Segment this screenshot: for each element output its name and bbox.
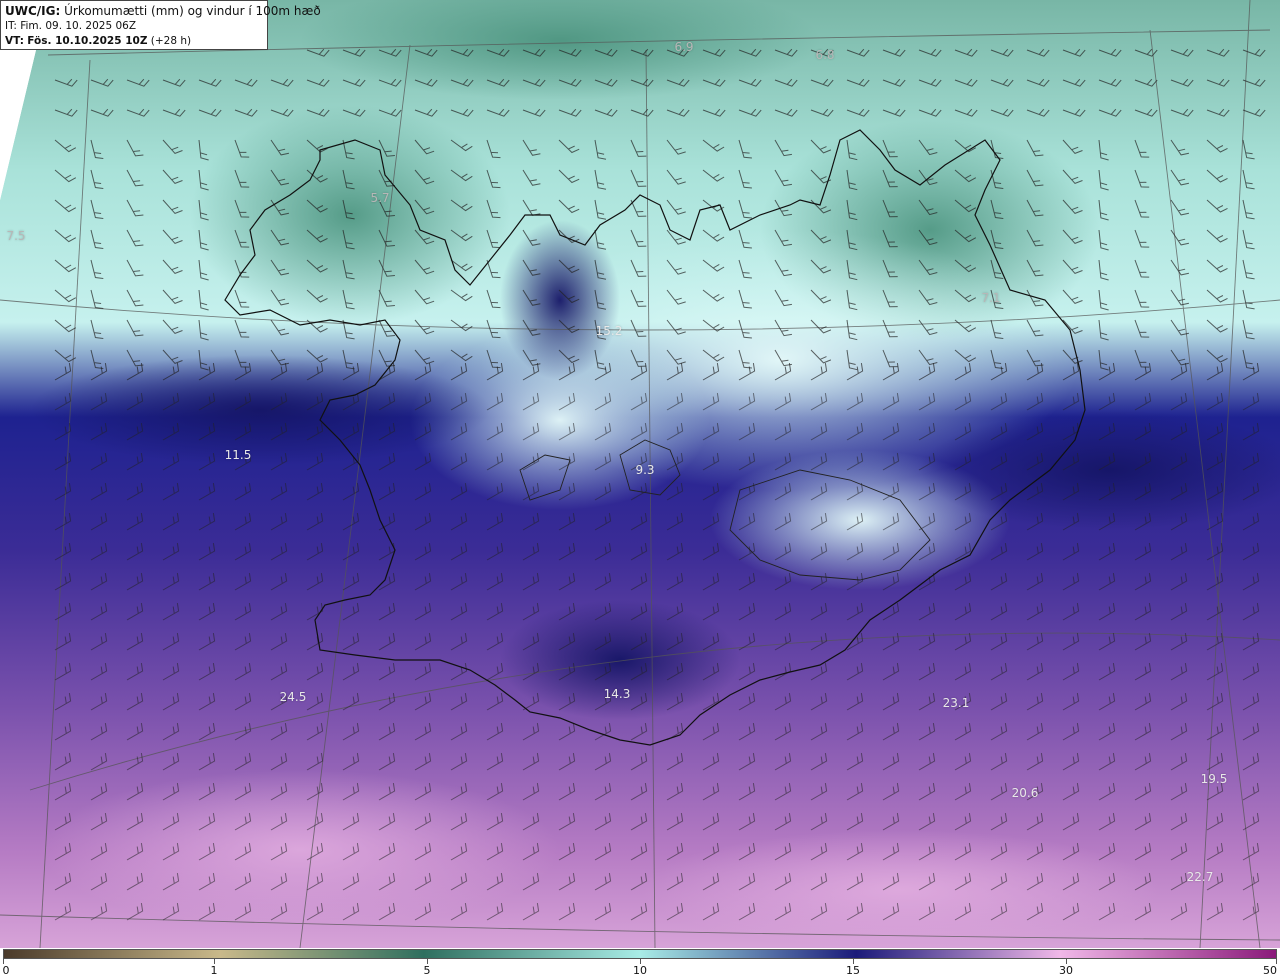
colorbar-tick-label: 1 — [210, 964, 218, 977]
value-label: 6.8 — [815, 48, 835, 62]
valid-time: Fös. 10.10.2025 10Z — [27, 35, 148, 47]
value-label: 5.7 — [370, 191, 390, 205]
value-label: 11.5 — [224, 448, 252, 462]
value-label: 6.9 — [674, 40, 694, 54]
colorbar-tick-label: 50 — [1263, 964, 1277, 977]
value-label: 7.1 — [981, 291, 1001, 305]
value-label: 15.2 — [595, 324, 623, 338]
init-time: IT: Fim. 09. 10. 2025 06Z — [5, 20, 137, 32]
lead-time: (+28 h) — [150, 35, 192, 47]
info-box: UWC/IG: Úrkomumætti (mm) og vindur í 100… — [0, 0, 321, 50]
value-label: 23.1 — [942, 696, 970, 710]
value-label: 9.3 — [635, 463, 655, 477]
colorbar: 0 1 5 10 15 30 50 — [0, 948, 1280, 978]
value-label: 24.5 — [279, 690, 307, 704]
valid-time-line: VT: Fös. 10.10.2025 10Z (+28 h) — [5, 34, 263, 49]
title-line: UWC/IG: Úrkomumætti (mm) og vindur í 100… — [5, 4, 321, 19]
value-label: 19.5 — [1200, 772, 1228, 786]
model-name: UWC/IG: — [5, 4, 61, 18]
colorbar-tick-label: 0 — [2, 964, 10, 977]
colorbar-tick-label: 30 — [1059, 964, 1073, 977]
colorbar-tick-label: 10 — [633, 964, 647, 977]
value-label: 22.7 — [1186, 870, 1214, 884]
value-label: 14.3 — [603, 687, 631, 701]
colorbar-tick-label: 15 — [846, 964, 860, 977]
colorbar-tick-label: 5 — [423, 964, 431, 977]
precipitation-map[interactable]: UWC/IG: Úrkomumætti (mm) og vindur í 100… — [0, 0, 1280, 948]
value-label: 20.6 — [1011, 786, 1039, 800]
valid-prefix: VT: — [5, 35, 24, 47]
map-title: Úrkomumætti (mm) og vindur í 100m hæð — [64, 4, 321, 18]
value-label: 7.5 — [6, 229, 26, 243]
colorbar-strip — [3, 949, 1277, 959]
